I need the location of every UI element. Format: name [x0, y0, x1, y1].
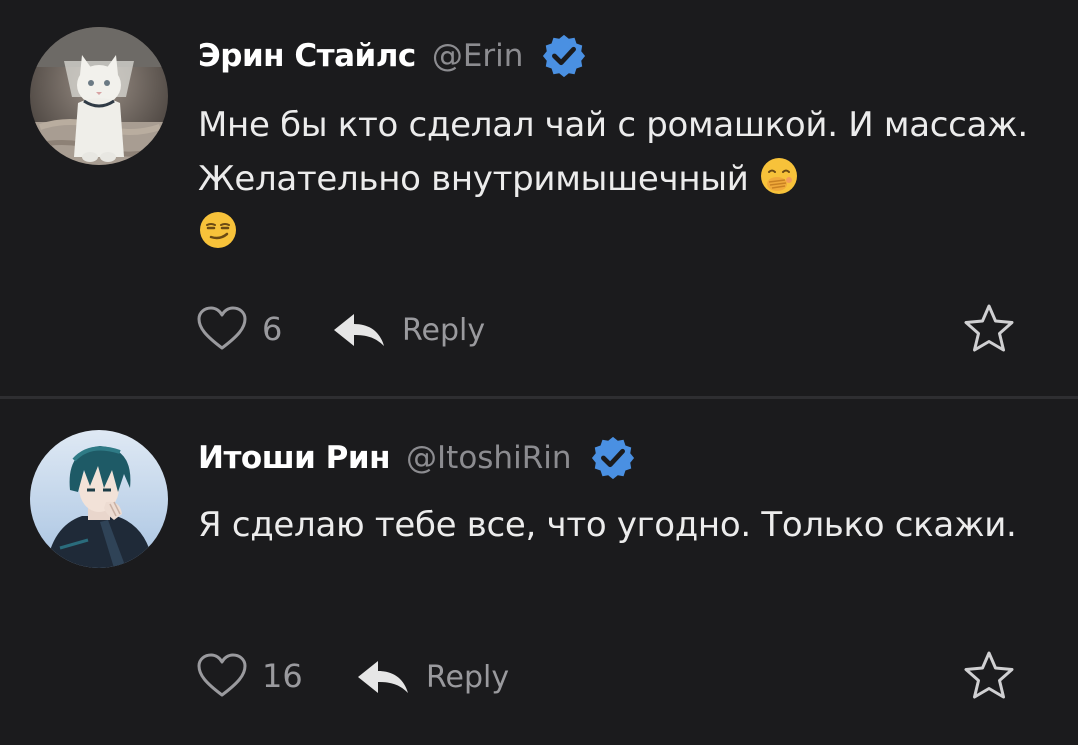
reply-label: Reply: [426, 659, 510, 695]
like-count: 16: [262, 657, 303, 695]
author-handle[interactable]: @Erin: [432, 38, 524, 74]
white-cat-avatar-icon: [30, 27, 168, 165]
comment-header: Эрин Стайлс @Erin: [198, 33, 587, 79]
comment-item: Эрин Стайлс @Erin Мне бы кто сделал чай …: [0, 0, 1078, 396]
comment-actions: 16 Reply: [196, 647, 1026, 707]
comment-text: Мне бы кто сделал чай с ромашкой. И масс…: [198, 98, 1038, 260]
avatar[interactable]: [30, 430, 168, 568]
smirking-face-emoji-icon: [198, 210, 238, 250]
comment-text-content: Мне бы кто сделал чай с ромашкой. И масс…: [198, 105, 1028, 199]
avatar[interactable]: [30, 27, 168, 165]
verified-badge-icon: [590, 435, 636, 481]
comment-actions: 6 Reply: [196, 300, 1026, 360]
reply-button[interactable]: Reply: [356, 655, 509, 699]
star-icon[interactable]: [962, 302, 1016, 356]
author-name[interactable]: Итоши Рин: [198, 440, 391, 476]
comment-header: Итоши Рин @ItoshiRin: [198, 435, 636, 481]
reply-label: Reply: [402, 312, 486, 348]
like-count: 6: [262, 310, 283, 348]
verified-badge-icon: [541, 33, 587, 79]
star-icon[interactable]: [962, 649, 1016, 703]
reply-arrow-icon: [358, 661, 408, 693]
comment-text: Я сделаю тебе все, что угодно. Только ск…: [198, 498, 1038, 552]
hand-over-mouth-emoji-icon: [759, 156, 799, 196]
author-handle[interactable]: @ItoshiRin: [406, 440, 571, 476]
comment-text-content: Я сделаю тебе все, что угодно. Только ск…: [198, 505, 1017, 545]
reply-button[interactable]: Reply: [332, 308, 485, 352]
heart-icon[interactable]: [196, 653, 248, 699]
author-name[interactable]: Эрин Стайлс: [198, 38, 416, 74]
anime-character-avatar-icon: [30, 430, 168, 568]
heart-icon[interactable]: [196, 306, 248, 352]
comment-item: Итоши Рин @ItoshiRin Я сделаю тебе все, …: [0, 399, 1078, 745]
reply-arrow-icon: [334, 314, 384, 346]
